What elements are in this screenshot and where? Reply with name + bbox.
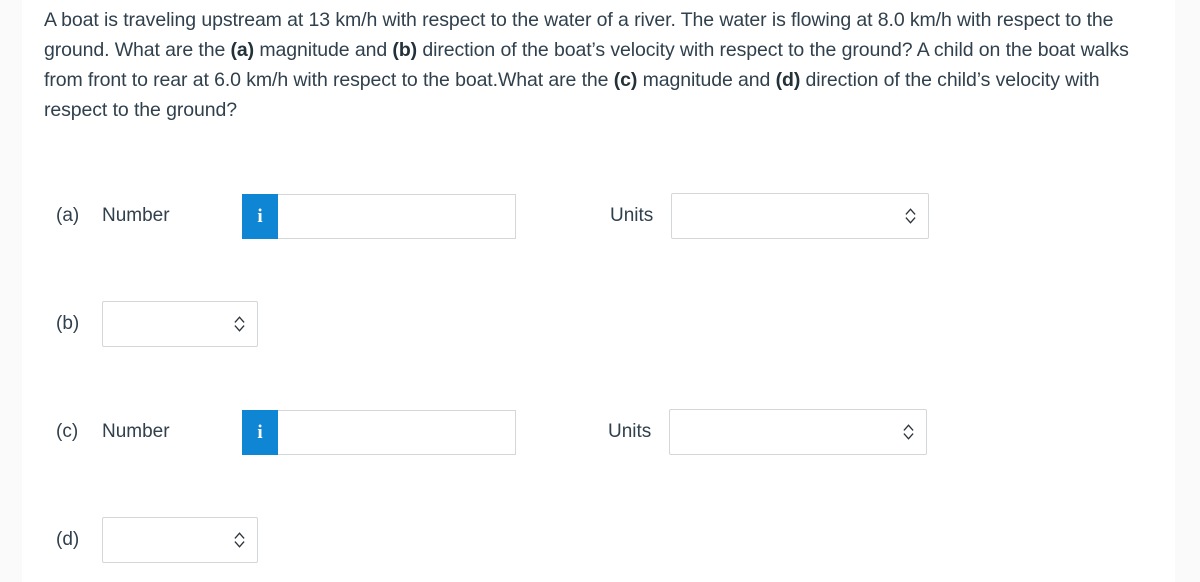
direction-select-wrap-d — [102, 517, 258, 563]
direction-select-d[interactable] — [102, 517, 258, 563]
answer-row-c: (c) Number i Units — [56, 409, 928, 455]
part-label-a: (a) — [56, 205, 80, 226]
question-card: A boat is traveling upstream at 13 km/h … — [22, 0, 1175, 582]
page-root: A boat is traveling upstream at 13 km/h … — [0, 0, 1200, 582]
number-input-a[interactable] — [278, 193, 516, 239]
number-input-group-a: i — [242, 193, 516, 239]
part-label-c: (c) — [56, 421, 79, 442]
direction-select-b[interactable] — [102, 301, 258, 347]
units-select-wrap-c — [669, 409, 928, 455]
units-select-c[interactable] — [669, 409, 928, 455]
answer-row-b: (b) — [56, 301, 258, 347]
units-select-wrap-a — [671, 193, 930, 239]
info-icon-c[interactable]: i — [242, 409, 278, 455]
number-input-group-c: i — [242, 409, 516, 455]
number-label-c: Number — [102, 421, 170, 442]
direction-select-wrap-b — [102, 301, 258, 347]
part-label-d: (d) — [56, 529, 80, 550]
units-label-c: Units — [608, 421, 652, 442]
answer-row-d: (d) — [56, 517, 258, 563]
part-label-b: (b) — [56, 313, 80, 334]
units-select-a[interactable] — [671, 193, 930, 239]
number-input-c[interactable] — [278, 409, 516, 455]
info-icon-a[interactable]: i — [242, 193, 278, 239]
question-prompt: A boat is traveling upstream at 13 km/h … — [44, 9, 1129, 121]
units-label-a: Units — [610, 205, 654, 226]
answer-row-a: (a) Number i Units — [56, 193, 930, 239]
number-label-a: Number — [102, 205, 170, 226]
